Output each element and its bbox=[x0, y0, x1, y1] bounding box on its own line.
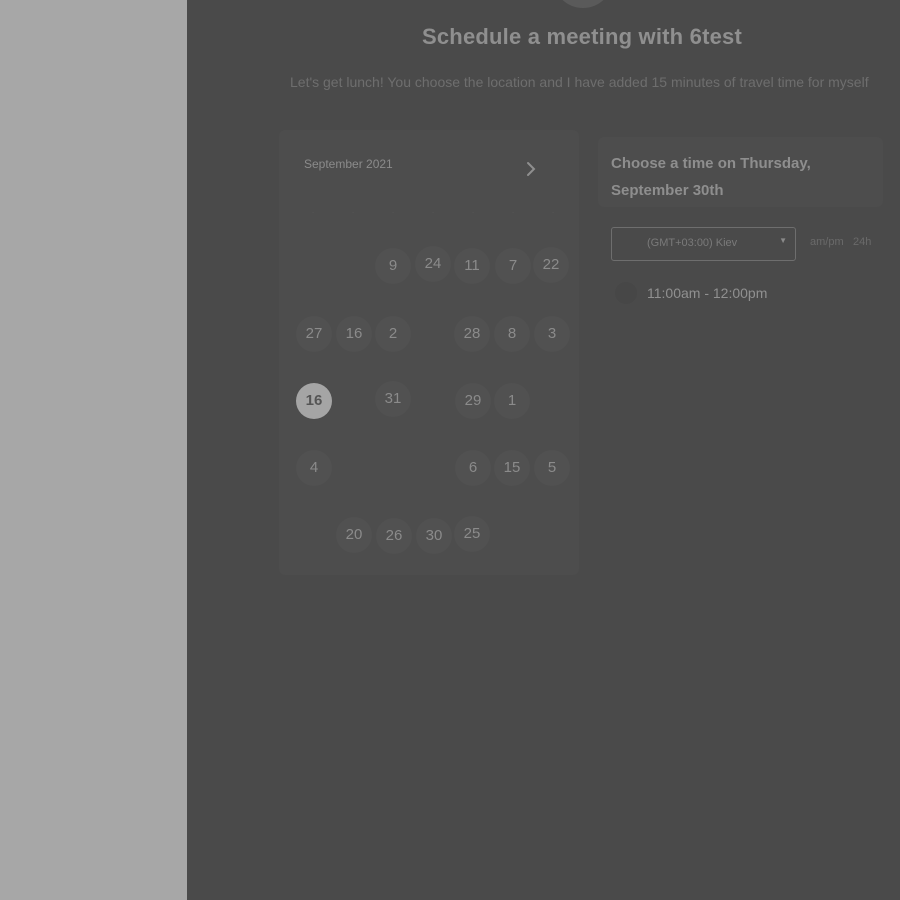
calendar-day[interactable]: 5 bbox=[534, 450, 570, 486]
timezone-select[interactable]: (GMT+03:00) Kiev ▼ bbox=[611, 227, 796, 261]
calendar-day[interactable]: 20 bbox=[336, 517, 372, 553]
timezone-value: (GMT+03:00) Kiev bbox=[647, 237, 738, 249]
caret-down-icon: ▼ bbox=[779, 236, 787, 245]
weekday-header: · bbox=[391, 207, 395, 218]
weekday-header: · bbox=[311, 207, 315, 218]
calendar-card bbox=[279, 130, 579, 575]
radio-button[interactable] bbox=[615, 282, 637, 304]
calendar-day[interactable]: 3 bbox=[534, 316, 570, 352]
format-24h-option[interactable]: 24h bbox=[853, 236, 871, 248]
format-ampm-option[interactable]: am/pm bbox=[810, 236, 844, 248]
time-slot[interactable]: 11:00am - 12:00pm bbox=[611, 281, 871, 307]
time-picker-title: Choose a time on Thursday, September 30t… bbox=[611, 155, 811, 199]
chevron-right-icon bbox=[527, 162, 536, 176]
calendar-day[interactable]: 30 bbox=[416, 518, 452, 554]
weekday-header: · bbox=[551, 207, 555, 218]
calendar-day[interactable]: 1 bbox=[494, 383, 530, 419]
calendar-day[interactable]: 4 bbox=[296, 450, 332, 486]
calendar-day[interactable]: 31 bbox=[375, 381, 411, 417]
weekday-header: · bbox=[431, 207, 435, 218]
calendar-day[interactable]: 24 bbox=[415, 246, 451, 282]
calendar-day[interactable]: 26 bbox=[376, 518, 412, 554]
calendar-day[interactable]: 6 bbox=[455, 450, 491, 486]
weekday-header: · bbox=[351, 207, 355, 218]
calendar-day[interactable]: 11 bbox=[454, 248, 490, 284]
calendar-day[interactable]: 28 bbox=[454, 316, 490, 352]
calendar-day[interactable]: 27 bbox=[296, 316, 332, 352]
weekday-header: · bbox=[511, 207, 515, 218]
month-label: September 2021 bbox=[304, 157, 393, 171]
calendar-day[interactable]: 16 bbox=[336, 316, 372, 352]
weekday-header: · bbox=[471, 207, 475, 218]
calendar-day[interactable]: 2 bbox=[375, 316, 411, 352]
avatar bbox=[553, 0, 613, 8]
left-strip bbox=[0, 0, 187, 900]
calendar-day-selected[interactable]: 16 bbox=[296, 383, 332, 419]
time-slot-label: 11:00am - 12:00pm bbox=[647, 285, 768, 301]
calendar-day[interactable]: 7 bbox=[495, 248, 531, 284]
calendar-day[interactable]: 22 bbox=[533, 247, 569, 283]
page-title: Schedule a meeting with 6test bbox=[422, 24, 742, 49]
scheduling-panel: Schedule a meeting with 6test Let's get … bbox=[187, 0, 900, 900]
calendar-day[interactable]: 15 bbox=[494, 450, 530, 486]
next-month-button[interactable] bbox=[520, 158, 542, 180]
page-subtitle: Let's get lunch! You choose the location… bbox=[290, 74, 869, 90]
calendar-day[interactable]: 9 bbox=[375, 248, 411, 284]
calendar-day[interactable]: 8 bbox=[494, 316, 530, 352]
calendar-day[interactable]: 29 bbox=[455, 383, 491, 419]
calendar-day[interactable]: 25 bbox=[454, 516, 490, 552]
